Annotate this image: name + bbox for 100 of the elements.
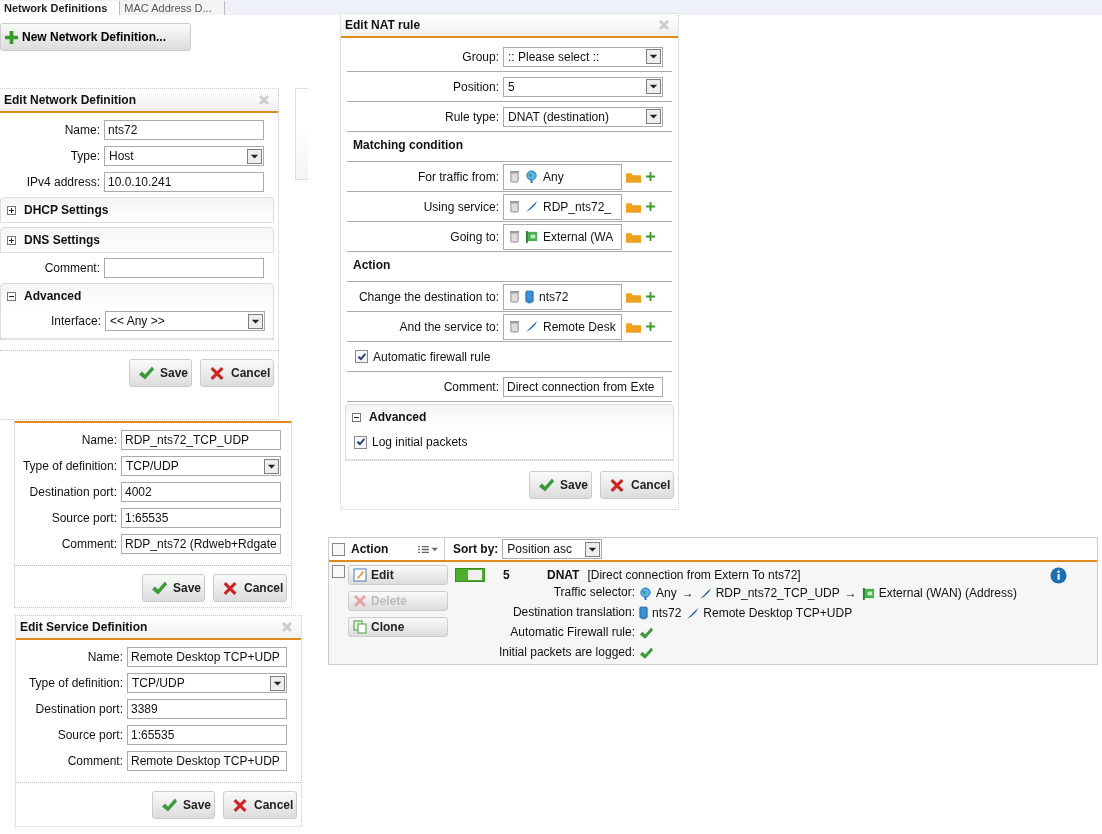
arrow: → <box>681 586 694 600</box>
new-network-definition-button[interactable]: New Network Definition... <box>0 23 191 51</box>
cancel-button[interactable]: Cancel <box>600 471 674 499</box>
sort-label: Sort by: <box>453 542 499 556</box>
arrow: → <box>844 586 857 600</box>
dropdown[interactable]: Host <box>104 146 264 166</box>
section-header[interactable]: DHCP Settings <box>1 198 273 222</box>
dropdown[interactable]: TCP/UDP <box>127 673 287 693</box>
network-card-icon <box>861 586 875 600</box>
edit-icon <box>353 568 367 582</box>
detail-label: Initial packets are logged: <box>497 645 635 661</box>
save-button[interactable]: Save <box>529 471 592 499</box>
expand-icon[interactable] <box>7 205 16 215</box>
text-field[interactable]: nts72 <box>104 120 264 140</box>
field-label: Going to: <box>449 229 499 244</box>
field-label: Type: <box>69 149 100 163</box>
object-link[interactable]: nts72 <box>639 606 682 620</box>
object-field[interactable]: External (WA <box>503 223 622 250</box>
folder-icon[interactable] <box>626 290 641 303</box>
object-field[interactable]: Any <box>503 163 622 190</box>
plus-icon[interactable] <box>645 321 656 332</box>
object-link[interactable]: Any <box>639 586 677 600</box>
copy-icon <box>353 620 367 634</box>
dropdown[interactable]: TCP/UDP <box>121 456 281 476</box>
x-icon <box>209 365 225 381</box>
field-label: Rule type: <box>443 109 499 124</box>
field-label: Comment: <box>60 537 117 551</box>
rule-comment: [Direct connection from Extern To nts72] <box>587 568 802 582</box>
checkbox[interactable] <box>332 565 345 578</box>
text-field[interactable]: 3389 <box>127 699 287 719</box>
save-button[interactable]: Save <box>142 574 205 602</box>
save-button[interactable]: Save <box>129 359 192 387</box>
rule-type: DNAT <box>547 568 580 582</box>
tab[interactable]: Network Definitions <box>0 1 121 15</box>
dropdown[interactable]: 5 <box>503 76 663 97</box>
text-field[interactable]: RDP_nts72 (Rdweb+Rdgate <box>121 534 281 554</box>
object-field[interactable]: Remote Desk <box>503 313 622 340</box>
object-link[interactable]: RDP_nts72_TCP_UDP <box>698 586 840 600</box>
edit-button[interactable]: Edit <box>348 565 448 585</box>
check-icon <box>538 477 554 493</box>
folder-icon[interactable] <box>626 200 641 213</box>
checkbox-label: Automatic firewall rule <box>373 349 491 364</box>
checkbox[interactable] <box>355 350 368 363</box>
text-field[interactable]: Remote Desktop TCP+UDP <box>127 751 287 771</box>
field-label: Type of definition: <box>21 459 117 473</box>
trash-icon <box>509 290 520 303</box>
section-header[interactable]: Advanced <box>1 284 273 308</box>
text-field[interactable]: Direct connection from Exte <box>503 376 663 397</box>
check-icon <box>138 365 154 381</box>
text-field[interactable] <box>104 258 264 278</box>
plus-icon[interactable] <box>645 171 656 182</box>
checkbox[interactable] <box>354 435 367 449</box>
trash-icon <box>509 230 520 243</box>
expand-icon[interactable] <box>7 235 16 245</box>
plus-icon[interactable] <box>645 231 656 242</box>
collapse-icon[interactable] <box>7 291 16 301</box>
cable-icon <box>698 586 712 600</box>
field-label: For traffic from: <box>416 169 499 184</box>
field-label: Comment: <box>43 261 100 275</box>
cancel-button[interactable]: Cancel <box>223 791 297 819</box>
object-link[interactable]: External (WAN) (Address) <box>861 586 1017 600</box>
tab[interactable]: MAC Address D... <box>120 1 225 15</box>
dropdown[interactable]: :: Please select :: <box>503 46 663 67</box>
folder-icon[interactable] <box>626 230 641 243</box>
object-link[interactable]: Remote Desktop TCP+UDP <box>686 606 853 620</box>
save-button[interactable]: Save <box>152 791 215 819</box>
text-field[interactable]: 1:65535 <box>121 508 281 528</box>
toggle-switch[interactable] <box>455 568 485 582</box>
rule-position: 5 <box>503 568 511 582</box>
dropdown[interactable]: << Any >> <box>105 311 265 331</box>
check-icon <box>356 438 365 446</box>
folder-icon[interactable] <box>626 320 641 333</box>
section-heading: Action <box>347 252 672 282</box>
text-field[interactable]: Remote Desktop TCP+UDP <box>127 647 287 667</box>
section-header[interactable]: DNS Settings <box>1 228 273 252</box>
plus-icon[interactable] <box>645 291 656 302</box>
text-field[interactable]: 4002 <box>121 482 281 502</box>
list-icon[interactable] <box>418 544 438 554</box>
field-label: Source port: <box>50 511 117 525</box>
folder-icon[interactable] <box>626 170 641 183</box>
text-field[interactable]: 1:65535 <box>127 725 287 745</box>
section-header[interactable]: Advanced <box>346 405 673 429</box>
checkbox[interactable] <box>332 542 345 556</box>
clone-button[interactable]: Clone <box>348 617 448 637</box>
text-field[interactable]: 10.0.10.241 <box>104 172 264 192</box>
object-field[interactable]: RDP_nts72_ <box>503 193 622 220</box>
detail-label: Destination translation: <box>511 605 635 621</box>
text-field[interactable]: RDP_nts72_TCP_UDP <box>121 430 281 450</box>
dropdown[interactable]: DNAT (destination) <box>503 106 663 127</box>
cancel-button[interactable]: Cancel <box>213 574 287 602</box>
column-header: Action <box>351 542 390 556</box>
field-label: IPv4 address: <box>25 175 100 189</box>
trash-icon <box>509 200 520 213</box>
collapse-icon[interactable] <box>352 412 361 422</box>
cancel-button[interactable]: Cancel <box>200 359 274 387</box>
object-field[interactable]: nts72 <box>503 283 622 310</box>
plus-icon[interactable] <box>645 201 656 212</box>
x-icon <box>232 797 248 813</box>
dropdown[interactable]: Position asc <box>502 539 603 559</box>
cable-icon <box>525 200 538 213</box>
